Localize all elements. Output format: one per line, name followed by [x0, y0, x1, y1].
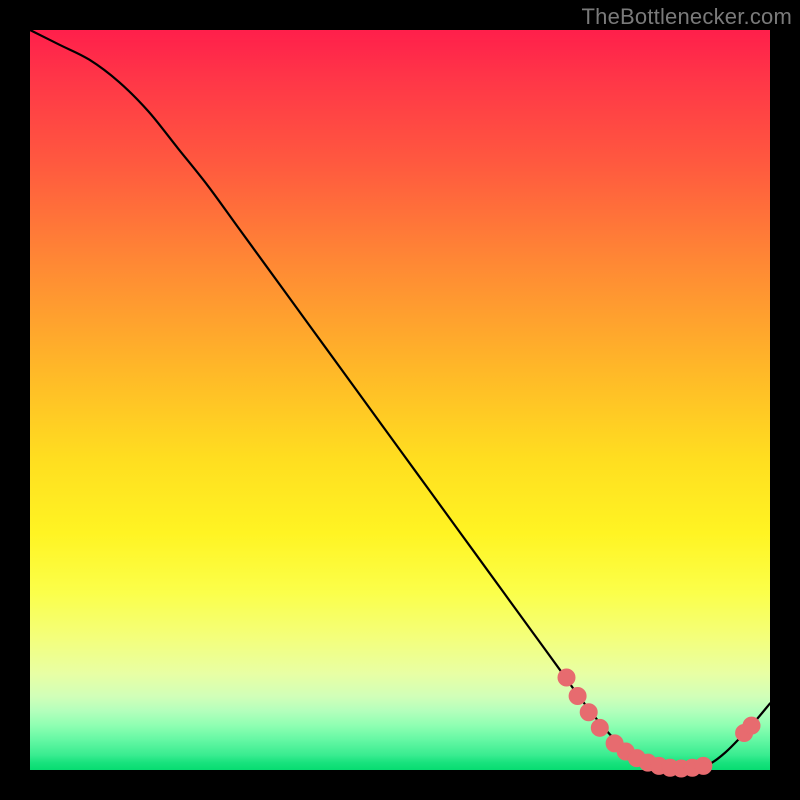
curve-marker — [695, 757, 712, 774]
curve-marker — [743, 717, 760, 734]
watermark-text: TheBottlenecker.com — [582, 4, 792, 30]
curve-markers — [558, 669, 760, 777]
chart-svg — [30, 30, 770, 770]
curve-marker — [569, 688, 586, 705]
bottleneck-curve — [30, 30, 770, 769]
curve-marker — [580, 704, 597, 721]
curve-marker — [558, 669, 575, 686]
curve-marker — [591, 719, 608, 736]
chart-stage: TheBottlenecker.com — [0, 0, 800, 800]
chart-plot-area — [30, 30, 770, 770]
